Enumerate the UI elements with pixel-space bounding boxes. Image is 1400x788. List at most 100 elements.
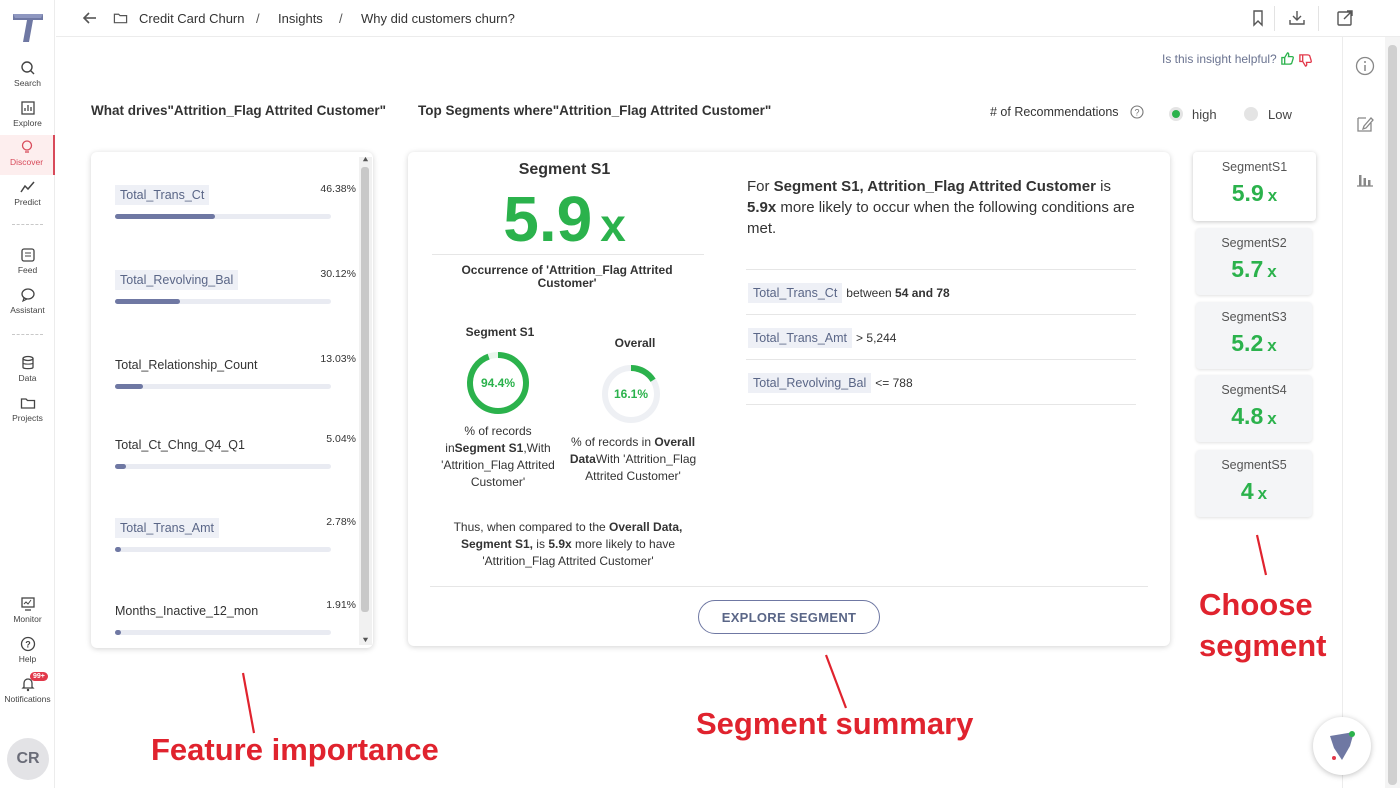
nav-label: Monitor <box>13 614 42 624</box>
condition-op: > <box>856 331 864 345</box>
feature-name: Total_Trans_Ct <box>115 185 210 205</box>
segment-tile-name: SegmentS1 <box>1221 160 1288 174</box>
feature-importance-bar <box>115 464 126 469</box>
breadcrumb-page: Why did customers churn? <box>361 11 515 26</box>
nav-label: Feed <box>17 265 38 275</box>
condition-row: Total_Revolving_Bal <= 788 <box>748 373 913 393</box>
feature-importance-bar-track <box>115 384 331 389</box>
nav-help[interactable]: ? Help <box>0 636 55 664</box>
bulb-icon <box>21 140 32 153</box>
desc-bold: 5.9x <box>747 199 777 216</box>
app-logo-icon[interactable] <box>7 6 49 48</box>
nav-label: Data <box>18 373 37 383</box>
radio-high-label[interactable]: high <box>1192 107 1217 122</box>
thumbs-down-icon[interactable] <box>1298 53 1313 68</box>
feature-row[interactable]: Months_Inactive_12_mon 1.91% <box>115 599 356 642</box>
feature-row[interactable]: Total_Ct_Chng_Q4_Q1 5.04% <box>115 433 356 476</box>
scrollbar-thumb[interactable] <box>361 167 369 612</box>
segment-summary-card: Segment S1 5.9 x Occurrence of 'Attrition… <box>408 152 1170 646</box>
recommendations-label: # of Recommendations ? <box>990 105 1144 119</box>
feature-name: Total_Ct_Chng_Q4_Q1 <box>115 438 245 452</box>
segment-tile[interactable]: SegmentS1 5.9 x <box>1193 152 1316 221</box>
ratio-value: 5.9 <box>1231 180 1264 206</box>
help-icon[interactable]: ? <box>1130 105 1144 119</box>
bookmark-icon[interactable] <box>1249 9 1267 27</box>
share-icon[interactable] <box>1336 9 1354 27</box>
breadcrumb-separator: / <box>339 11 343 26</box>
segment-tile[interactable]: SegmentS3 5.2 x <box>1196 302 1312 369</box>
back-arrow-icon[interactable] <box>81 9 99 27</box>
page-scrollbar[interactable] <box>1385 37 1400 788</box>
chatbot-launcher[interactable] <box>1313 717 1371 775</box>
ratio-value: 4.8 <box>1231 403 1264 429</box>
thumbs-up-icon[interactable] <box>1280 51 1295 66</box>
ratio-suffix: x <box>1267 262 1277 281</box>
nav-feed[interactable]: Feed <box>0 247 55 275</box>
condition-feature: Total_Trans_Ct <box>748 283 843 303</box>
scroll-up-icon[interactable] <box>362 156 369 163</box>
segment-tile[interactable]: SegmentS5 4x <box>1196 450 1312 517</box>
segment-tile[interactable]: SegmentS4 4.8 x <box>1196 375 1312 442</box>
divider <box>746 269 1136 270</box>
info-icon[interactable] <box>1355 56 1375 76</box>
svg-text:?: ? <box>25 640 31 650</box>
bar-chart-icon[interactable] <box>1355 169 1375 189</box>
chart-icon <box>20 101 35 115</box>
condition-op: between <box>846 286 892 300</box>
feature-importance-bar-track <box>115 547 331 552</box>
feature-importance-bar <box>115 299 181 304</box>
feature-importance-bar <box>115 630 121 635</box>
annotation-segment-summary: Segment summary <box>696 706 974 741</box>
nav-data[interactable]: Data <box>0 355 55 383</box>
radio-low[interactable] <box>1244 107 1258 121</box>
breadcrumb-project[interactable]: Credit Card Churn <box>139 11 245 26</box>
feature-row[interactable]: Total_Trans_Amt 2.78% <box>115 516 356 559</box>
nav-explore[interactable]: Explore <box>0 100 55 128</box>
nav-divider <box>12 224 43 225</box>
chat-icon <box>20 288 35 303</box>
segment-donut-chart: 94.4% <box>467 352 529 414</box>
condition-row: Total_Trans_Amt > 5,244 <box>748 328 897 348</box>
nav-monitor[interactable]: Monitor <box>0 596 55 624</box>
scroll-down-icon[interactable] <box>362 636 369 643</box>
nav-search[interactable]: Search <box>0 60 55 88</box>
feature-name: Total_Revolving_Bal <box>115 270 239 290</box>
svg-text:?: ? <box>1135 108 1140 118</box>
feature-row[interactable]: Total_Relationship_Count 13.03% <box>115 353 356 396</box>
segment-tile[interactable]: SegmentS2 5.7 x <box>1196 228 1312 295</box>
comparison-summary: Thus, when compared to the Overall Data,… <box>448 519 688 570</box>
nav-predict[interactable]: Predict <box>0 179 55 207</box>
segment-tile-name: SegmentS5 <box>1221 458 1287 472</box>
nav-label: Projects <box>12 413 43 423</box>
feature-importance-scrollbar[interactable] <box>359 156 372 645</box>
overall-donut-title: Overall <box>614 336 656 350</box>
nav-discover[interactable]: Discover <box>0 135 55 175</box>
annotation-choose-segment: Choose segment <box>1199 587 1327 663</box>
radio-low-label[interactable]: Low <box>1268 107 1292 122</box>
nav-label: Help <box>18 654 37 664</box>
feed-icon <box>20 248 35 262</box>
breadcrumb-section[interactable]: Insights <box>278 11 323 26</box>
nav-projects[interactable]: Projects <box>0 395 55 423</box>
condition-op: <= <box>875 376 890 390</box>
radio-high[interactable] <box>1169 107 1183 121</box>
nav-assistant[interactable]: Assistant <box>0 287 55 315</box>
summary-text: Thus, when compared to the <box>453 520 610 534</box>
nav-notifications[interactable]: 99+ Notifications <box>0 672 55 704</box>
condition-value: 5,244 <box>866 331 897 345</box>
scrollbar-thumb[interactable] <box>1388 45 1397 785</box>
explore-segment-button[interactable]: EXPLORE SEGMENT <box>698 600 880 634</box>
desc-text: For <box>747 178 774 195</box>
segment-donut-caption: % of records inSegment S1,With 'Attritio… <box>433 423 563 491</box>
edit-icon[interactable] <box>1355 114 1375 134</box>
ratio-suffix: x <box>1267 409 1277 428</box>
user-avatar[interactable]: CR <box>7 738 49 780</box>
notification-badge: 99+ <box>30 672 48 681</box>
nav-divider <box>12 334 43 335</box>
feature-row[interactable]: Total_Trans_Ct 46.38% <box>115 183 356 226</box>
trend-icon <box>19 181 35 193</box>
download-icon[interactable] <box>1288 9 1306 27</box>
ratio-suffix: x <box>1267 186 1278 205</box>
helpful-label: Is this insight helpful? <box>1162 52 1277 66</box>
feature-row[interactable]: Total_Revolving_Bal 30.12% <box>115 268 356 311</box>
